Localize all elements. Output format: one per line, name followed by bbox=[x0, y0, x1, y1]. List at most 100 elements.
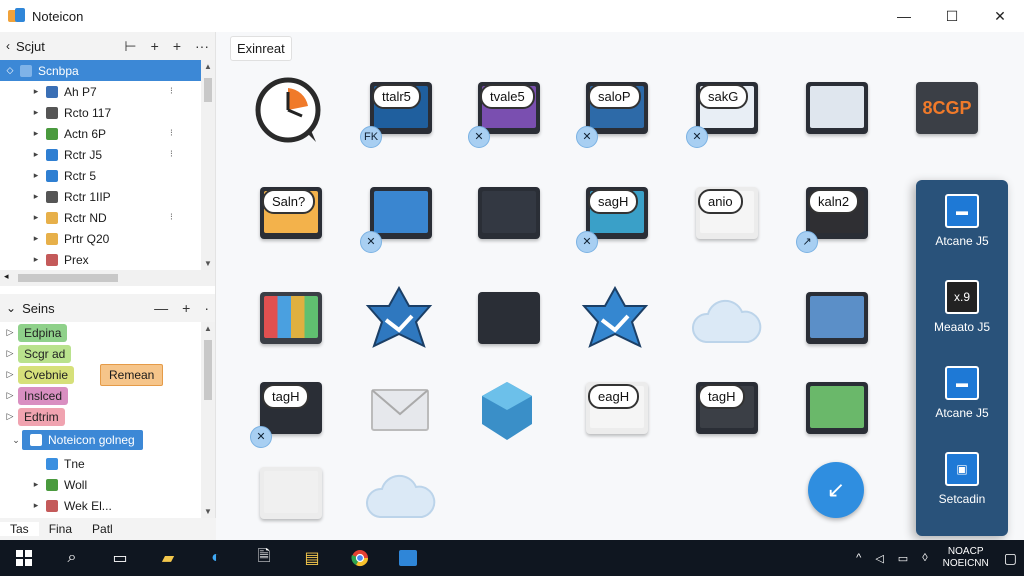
volume-icon[interactable]: ▭ bbox=[891, 552, 915, 565]
split-tool-button[interactable]: ⊢ bbox=[124, 38, 136, 55]
noteicon-app-icon[interactable] bbox=[384, 540, 432, 576]
clock[interactable]: NOACP NOEICNN bbox=[935, 546, 997, 570]
grid-icon-tile[interactable]: tvale5 ✕ bbox=[468, 72, 548, 152]
expand-arrow-icon[interactable]: ▸ bbox=[30, 149, 42, 160]
badge-icon[interactable]: ✕ bbox=[250, 426, 272, 448]
chrome-icon[interactable] bbox=[336, 540, 384, 576]
expand-arrow-icon[interactable]: ▸ bbox=[30, 170, 42, 181]
top-tree-hscrollbar[interactable]: ◂ bbox=[0, 270, 215, 286]
tree-item[interactable]: ▸ Rctr J5 ⁝ bbox=[0, 144, 201, 165]
grid-icon-tile[interactable]: eagH bbox=[576, 372, 656, 452]
tree-item[interactable]: ▸ Rcto 117 bbox=[0, 102, 201, 123]
expand-arrow-icon[interactable]: ◇ bbox=[4, 65, 16, 76]
grid-icon-tile[interactable]: ✕ bbox=[360, 177, 440, 257]
grid-icon-tile[interactable] bbox=[796, 282, 876, 362]
grid-icon-tile[interactable] bbox=[360, 457, 440, 537]
grid-icon-tile[interactable]: saloP ✕ bbox=[576, 72, 656, 152]
floating-drag-tag[interactable]: Remean bbox=[100, 364, 164, 386]
tree-item[interactable]: ▸ Prex bbox=[0, 249, 201, 270]
maximize-button[interactable]: ☐ bbox=[928, 0, 976, 32]
grid-icon-tile[interactable]: sagH ✕ bbox=[576, 177, 656, 257]
badge-icon[interactable]: ✕ bbox=[576, 231, 598, 253]
file-explorer-icon[interactable]: ▰ bbox=[144, 540, 192, 576]
dock-item[interactable]: ▣ Setcadin bbox=[916, 452, 1008, 506]
badge-icon[interactable]: ✕ bbox=[360, 231, 382, 253]
bottom-tree-scrollbar[interactable]: ▲ ▼ bbox=[201, 322, 215, 518]
grid-icon-tile[interactable] bbox=[796, 72, 876, 152]
edge-browser-icon[interactable]: ◐ bbox=[192, 540, 240, 576]
grid-icon-tile[interactable]: anio bbox=[686, 177, 766, 257]
expand-arrow-icon[interactable]: ▸ bbox=[30, 86, 42, 97]
notification-icon[interactable]: ▢ bbox=[997, 550, 1024, 567]
more-button[interactable]: ··· bbox=[195, 38, 209, 55]
expand-arrow-icon[interactable]: ▸ bbox=[30, 233, 42, 244]
grid-icon-tile[interactable]: tagH ✕ bbox=[250, 372, 330, 452]
close-button[interactable]: ✕ bbox=[976, 0, 1024, 32]
grid-icon-tile[interactable] bbox=[686, 282, 766, 362]
grid-icon-tile[interactable] bbox=[468, 177, 548, 257]
search-chip[interactable]: Exinreat bbox=[230, 36, 292, 61]
tree-item[interactable]: ▸ Rctr 1IIP bbox=[0, 186, 201, 207]
tab-patl[interactable]: Patl bbox=[82, 522, 123, 536]
expand-arrow-icon[interactable]: ▷ bbox=[4, 390, 16, 401]
child-item[interactable]: ▸ Wek El... bbox=[0, 495, 215, 516]
tab-tas[interactable]: Tas bbox=[0, 522, 39, 536]
badge-icon[interactable]: ✕ bbox=[468, 126, 490, 148]
top-tree-scrollbar[interactable]: ▲ ▼ bbox=[201, 60, 215, 270]
add-button-2[interactable]: + bbox=[182, 300, 190, 316]
tree-item[interactable]: ▸ Ah P7 ⁝ bbox=[0, 81, 201, 102]
expand-arrow-icon[interactable]: ▸ bbox=[30, 107, 42, 118]
badge-icon[interactable]: ✕ bbox=[576, 126, 598, 148]
tree-item[interactable]: ▸ Rctr 5 bbox=[0, 165, 201, 186]
grid-icon-tile[interactable] bbox=[250, 457, 330, 537]
expand-arrow-icon[interactable]: ▷ bbox=[4, 369, 16, 380]
dock-item[interactable]: ▬ Atcane J5 bbox=[916, 194, 1008, 248]
chevron-left-icon[interactable]: ‹ bbox=[6, 39, 10, 53]
tab-fina[interactable]: Fina bbox=[39, 522, 82, 536]
selected-tag-item[interactable]: ⌄ Noteicon golneg bbox=[0, 427, 215, 453]
fab-button[interactable]: ↙ bbox=[808, 462, 864, 518]
badge-icon[interactable]: FK bbox=[360, 126, 382, 148]
minimize-button[interactable]: — bbox=[880, 0, 928, 32]
grid-icon-tile[interactable] bbox=[796, 372, 876, 452]
search-icon[interactable]: ⌕ bbox=[48, 540, 96, 576]
add-child-button[interactable]: + bbox=[173, 38, 181, 55]
battery-icon[interactable]: ◊ bbox=[915, 552, 934, 564]
grid-icon-tile[interactable] bbox=[576, 282, 656, 362]
dot-menu-button[interactable]: · bbox=[204, 300, 209, 316]
drag-handle-icon[interactable]: ⁝ bbox=[170, 86, 173, 97]
tree-item[interactable]: ◇ Scnbpa bbox=[0, 60, 201, 81]
expand-arrow-icon[interactable]: ▸ bbox=[30, 128, 42, 139]
tag-item[interactable]: ▷ Inslced bbox=[0, 385, 215, 406]
grid-icon-tile[interactable] bbox=[360, 372, 440, 452]
drag-handle-icon[interactable]: ⁝ bbox=[170, 128, 173, 139]
tree-item[interactable]: ▸ Rctr ND ⁝ bbox=[0, 207, 201, 228]
expand-arrow-icon[interactable]: ▸ bbox=[30, 212, 42, 223]
remove-button[interactable]: — bbox=[154, 300, 168, 316]
child-item[interactable]: Tne bbox=[0, 453, 215, 474]
grid-icon-tile[interactable]: sakG ✕ bbox=[686, 72, 766, 152]
dock-item[interactable]: x.9 Meaato J5 bbox=[916, 280, 1008, 334]
dock-item[interactable]: ▬ Atcane J5 bbox=[916, 366, 1008, 420]
grid-icon-tile[interactable] bbox=[250, 282, 330, 362]
grid-icon-tile[interactable]: ttalr5 FK bbox=[360, 72, 440, 152]
grid-icon-tile[interactable]: kaln2 ↗ bbox=[796, 177, 876, 257]
grid-icon-tile[interactable] bbox=[468, 282, 548, 362]
badge-icon[interactable]: ↗ bbox=[796, 231, 818, 253]
child-item[interactable]: ▸ Woll bbox=[0, 474, 215, 495]
tree-item[interactable]: ▸ Actn 6P ⁝ bbox=[0, 123, 201, 144]
chevron-down-icon[interactable]: ⌄ bbox=[6, 301, 16, 315]
tree-item[interactable]: ▸ Prtr Q20 bbox=[0, 228, 201, 249]
start-button[interactable] bbox=[0, 540, 48, 576]
grid-icon-tile[interactable] bbox=[468, 372, 548, 452]
expand-arrow-icon[interactable]: ▷ bbox=[4, 327, 16, 338]
drag-handle-icon[interactable]: ⁝ bbox=[170, 149, 173, 160]
expand-arrow-icon[interactable]: ▸ bbox=[30, 191, 42, 202]
document-app-icon[interactable]: 🗎 bbox=[240, 540, 288, 576]
grid-icon-tile[interactable] bbox=[360, 282, 440, 362]
badge-icon[interactable]: ✕ bbox=[686, 126, 708, 148]
expand-arrow-icon[interactable]: ▸ bbox=[30, 254, 42, 265]
add-button[interactable]: + bbox=[151, 38, 159, 55]
chevron-down-icon[interactable]: ⌄ bbox=[10, 435, 22, 446]
expand-arrow-icon[interactable]: ▸ bbox=[30, 500, 42, 511]
